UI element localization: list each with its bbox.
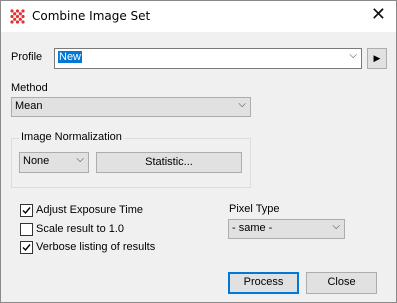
play-arrow-icon: ▶: [373, 53, 381, 63]
close-icon[interactable]: ✕: [371, 6, 386, 24]
title-bar[interactable]: Combine Image Set ✕: [1, 1, 396, 32]
chevron-down-icon: ⌵: [332, 221, 340, 232]
normalization-group-title: Image Normalization: [19, 131, 124, 143]
statistic-button[interactable]: Statistic...: [96, 152, 242, 173]
chevron-down-icon: ⌵: [349, 50, 357, 61]
dialog-window: Combine Image Set ✕ Profile New ⌵ ▶ Meth…: [0, 0, 397, 303]
method-label: Method: [11, 82, 48, 94]
verbose-listing-checkbox[interactable]: [20, 241, 33, 254]
pixel-type-dropdown[interactable]: - same - ⌵: [228, 219, 345, 239]
process-button-label: Process: [243, 276, 284, 288]
statistic-button-label: Statistic...: [145, 156, 193, 168]
adjust-exposure-checkbox[interactable]: [20, 204, 33, 217]
normalization-dropdown[interactable]: None ⌵: [19, 152, 89, 173]
profile-menu-button[interactable]: ▶: [367, 48, 387, 69]
close-button[interactable]: Close: [306, 272, 377, 294]
checkmark-icon: [22, 244, 31, 252]
method-value: Mean: [15, 100, 43, 112]
profile-value: New: [58, 51, 83, 63]
chevron-down-icon: ⌵: [238, 99, 246, 110]
pixel-type-value: - same -: [232, 222, 273, 234]
profile-combo[interactable]: New ⌵: [54, 48, 362, 69]
window-title: Combine Image Set: [32, 9, 151, 23]
profile-label: Profile: [11, 51, 43, 63]
scale-result-label: Scale result to 1.0: [36, 223, 125, 235]
scale-result-checkbox[interactable]: [20, 223, 33, 236]
chevron-down-icon: ⌵: [76, 154, 84, 165]
method-dropdown[interactable]: Mean ⌵: [11, 97, 251, 117]
verbose-listing-label: Verbose listing of results: [36, 241, 156, 253]
pixel-type-label: Pixel Type: [229, 203, 280, 215]
process-button[interactable]: Process: [228, 272, 299, 294]
normalization-value: None: [23, 155, 50, 167]
checkmark-icon: [22, 207, 31, 215]
adjust-exposure-label: Adjust Exposure Time: [36, 204, 143, 216]
grid-icon: [10, 9, 25, 24]
close-button-label: Close: [327, 276, 356, 288]
